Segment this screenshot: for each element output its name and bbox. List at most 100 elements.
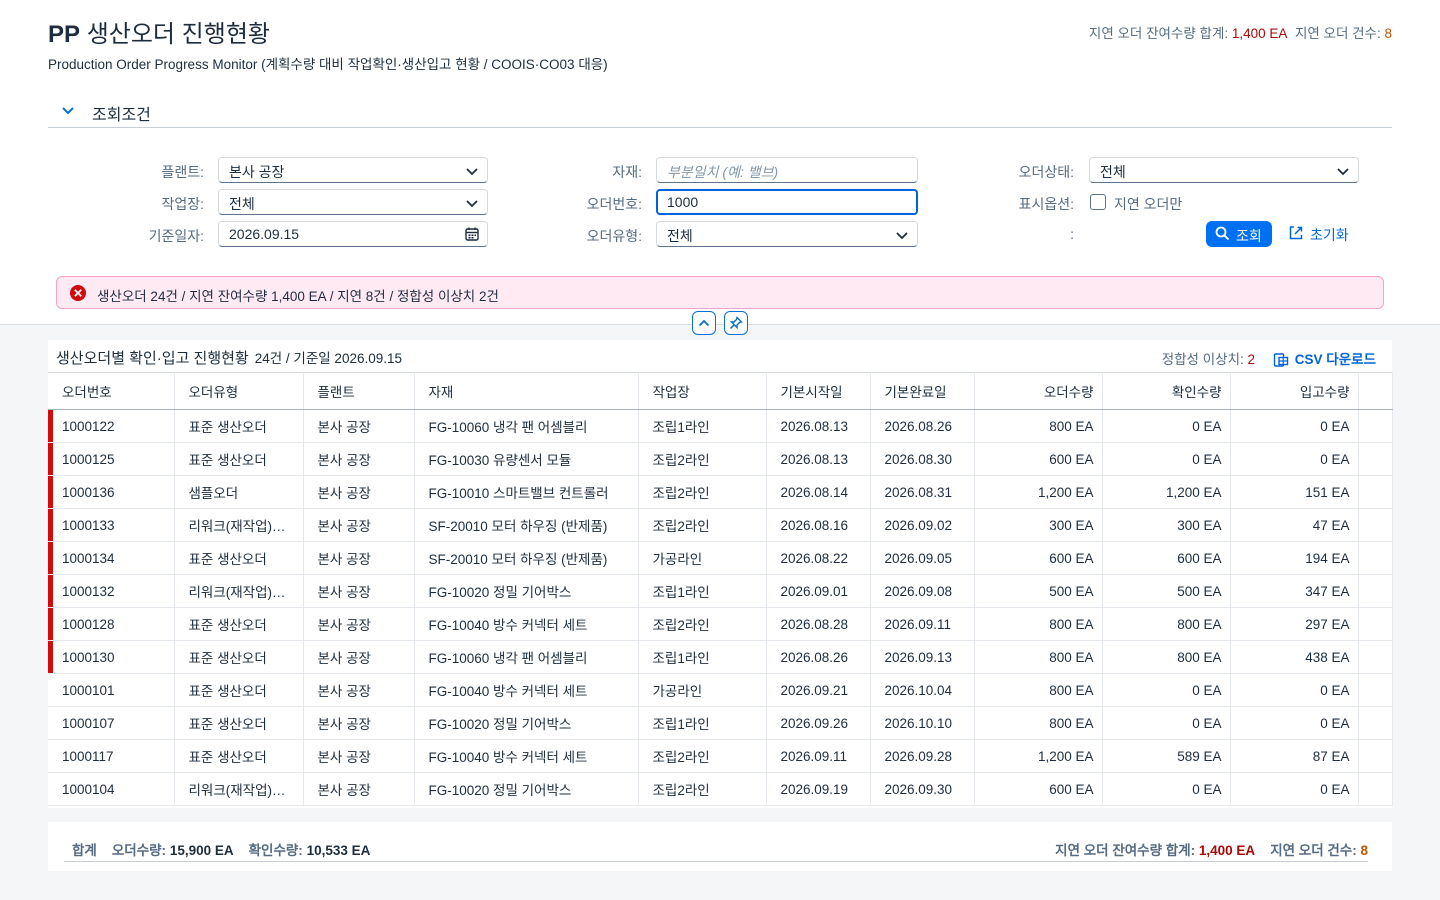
plant-select[interactable]: 본사 공장 bbox=[218, 157, 488, 183]
table-row[interactable]: 1000132 리워크(재작업) 오더 본사 공장 FG-10020 정밀 기어박스 조… bbox=[48, 574, 1393, 608]
workcenter-cell: 조립2라인 bbox=[638, 772, 767, 806]
material-input[interactable]: 부분일치 (예: 밸브) bbox=[656, 157, 918, 183]
finish-date-cell: 2026.09.05 bbox=[870, 541, 975, 575]
receipt-qty-cell: 297 EA bbox=[1230, 607, 1359, 641]
collapse-header-button[interactable] bbox=[692, 311, 716, 335]
start-date-cell: 2026.09.01 bbox=[766, 574, 871, 608]
receipt-qty-cell: 0 EA bbox=[1230, 772, 1359, 806]
table-row[interactable]: 1000117 표준 생산오더 본사 공장 FG-10040 방수 커넥터 세트 조립2… bbox=[48, 739, 1393, 773]
order-table: 오더번호 오더유형 플랜트 자재 작업장 기본시작일 기본완료일 오더수량 확인… bbox=[48, 372, 1393, 806]
material-cell: FG-10010 스마트밸브 컨트롤러 bbox=[414, 475, 639, 509]
table-row[interactable]: 1000128 표준 생산오더 본사 공장 FG-10040 방수 커넥터 세트 조립2… bbox=[48, 607, 1393, 641]
kpi-remaining-label: 지연 오더 잔여수량 합계: bbox=[1088, 26, 1229, 41]
col-order-qty[interactable]: 오더수량 bbox=[974, 372, 1103, 410]
plant-select-value: 본사 공장 bbox=[229, 164, 285, 180]
col-receipt-qty[interactable]: 입고수량 bbox=[1230, 372, 1359, 410]
csv-download-button[interactable]: CSV 다운로드 bbox=[1273, 352, 1376, 367]
col-finish-date[interactable]: 기본완료일 bbox=[870, 372, 975, 410]
pin-icon bbox=[729, 316, 743, 330]
calendar-icon[interactable] bbox=[464, 226, 480, 242]
status-select-value: 전체 bbox=[1100, 164, 1126, 180]
spacer-cell bbox=[1358, 409, 1393, 443]
col-order-type[interactable]: 오더유형 bbox=[174, 372, 304, 410]
workcenter-cell: 조립2라인 bbox=[638, 442, 767, 476]
finish-date-cell: 2026.08.31 bbox=[870, 475, 975, 509]
col-workcenter[interactable]: 작업장 bbox=[638, 372, 767, 410]
finish-date-cell: 2026.10.04 bbox=[870, 673, 975, 707]
order-table-panel: 생산오더별 확인·입고 진행현황 24건 / 기준일 2026.09.15 정합성… bbox=[48, 340, 1393, 808]
search-button[interactable]: 조회 bbox=[1206, 221, 1272, 247]
col-plant[interactable]: 플랜트 bbox=[303, 372, 415, 410]
plant-cell: 본사 공장 bbox=[303, 772, 415, 806]
kpi-count-value: 8 bbox=[1384, 26, 1392, 41]
order-no-cell: 1000128 bbox=[48, 607, 175, 641]
order-no-input[interactable]: 1000 bbox=[656, 189, 918, 215]
col-order-no[interactable]: 오더번호 bbox=[48, 372, 175, 410]
order-no-label: 오더번호: bbox=[586, 196, 642, 212]
order-no-cell: 1000130 bbox=[48, 640, 175, 674]
spacer-cell bbox=[1358, 541, 1393, 575]
receipt-qty-cell: 0 EA bbox=[1230, 409, 1359, 443]
finish-date-cell: 2026.09.08 bbox=[870, 574, 975, 608]
table-title-text: 생산오더별 확인·입고 진행현황 bbox=[56, 350, 249, 367]
late-only-label[interactable]: 지연 오더만 bbox=[1114, 194, 1182, 214]
filter-section-label: 조회조건 bbox=[92, 107, 151, 124]
chevron-up-icon bbox=[698, 319, 710, 327]
workcenter-select-value: 전체 bbox=[229, 196, 255, 212]
status-select[interactable]: 전체 bbox=[1089, 157, 1359, 183]
receipt-qty-cell: 0 EA bbox=[1230, 706, 1359, 740]
late-only-checkbox[interactable] bbox=[1090, 194, 1106, 210]
order-no-cell: 1000132 bbox=[48, 574, 175, 608]
receipt-qty-cell: 47 EA bbox=[1230, 508, 1359, 542]
table-row[interactable]: 1000104 리워크(재작업) 오더 본사 공장 FG-10020 정밀 기어박스 조… bbox=[48, 772, 1393, 806]
col-start-date[interactable]: 기본시작일 bbox=[766, 372, 871, 410]
order-no-cell: 1000117 bbox=[48, 739, 175, 773]
spacer-cell bbox=[1358, 739, 1393, 773]
material-cell: FG-10020 정밀 기어박스 bbox=[414, 574, 639, 608]
plant-cell: 본사 공장 bbox=[303, 442, 415, 476]
order-type-cell: 표준 생산오더 bbox=[174, 739, 304, 773]
table-subtitle: 24건 / 기준일 2026.09.15 bbox=[254, 351, 402, 366]
workcenter-select[interactable]: 전체 bbox=[218, 189, 488, 215]
start-date-cell: 2026.09.21 bbox=[766, 673, 871, 707]
date-field-value: 2026.09.15 bbox=[229, 226, 300, 242]
table-row[interactable]: 1000122 표준 생산오더 본사 공장 FG-10060 냉각 팬 어셈블리 조립1… bbox=[48, 409, 1393, 443]
table-row[interactable]: 1000125 표준 생산오더 본사 공장 FG-10030 유량센서 모듈 조립2라인… bbox=[48, 442, 1393, 476]
order-type-cell: 표준 생산오더 bbox=[174, 706, 304, 740]
order-qty-cell: 800 EA bbox=[974, 673, 1103, 707]
csv-download-label: CSV 다운로드 bbox=[1294, 352, 1376, 367]
table-row[interactable]: 1000107 표준 생산오더 본사 공장 FG-10020 정밀 기어박스 조립1라인… bbox=[48, 706, 1393, 740]
start-date-cell: 2026.08.22 bbox=[766, 541, 871, 575]
reset-icon bbox=[1289, 226, 1303, 240]
table-row[interactable]: 1000101 표준 생산오더 본사 공장 FG-10040 방수 커넥터 세트 가공라… bbox=[48, 673, 1393, 707]
totals-bar: 합계 오더수량: 15,900 EA 확인수량: 10,533 EA 지연 오더… bbox=[48, 822, 1392, 871]
table-row[interactable]: 1000134 표준 생산오더 본사 공장 SF-20010 모터 하우징 (반제품)… bbox=[48, 541, 1393, 575]
confirm-qty-cell: 0 EA bbox=[1102, 772, 1231, 806]
error-message-text: 생산오더 24건 / 지연 잔여수량 1,400 EA / 지연 8건 / 정합… bbox=[97, 289, 499, 304]
table-row[interactable]: 1000130 표준 생산오더 본사 공장 FG-10060 냉각 팬 어셈블리 조립1… bbox=[48, 640, 1393, 674]
plant-cell: 본사 공장 bbox=[303, 409, 415, 443]
spacer-cell bbox=[1358, 442, 1393, 476]
date-field[interactable]: 2026.09.15 bbox=[218, 221, 488, 247]
order-no-cell: 1000107 bbox=[48, 706, 175, 740]
start-date-cell: 2026.08.28 bbox=[766, 607, 871, 641]
order-type-cell: 표준 생산오더 bbox=[174, 607, 304, 641]
plant-cell: 본사 공장 bbox=[303, 541, 415, 575]
pin-header-button[interactable] bbox=[724, 311, 748, 335]
order-type-select[interactable]: 전체 bbox=[656, 221, 918, 247]
table-toolbar: 정합성 이상치: 2 CSV 다운로드 bbox=[1162, 348, 1376, 368]
totals-order-qty-value: 15,900 EA bbox=[169, 843, 234, 858]
col-confirm-qty[interactable]: 확인수량 bbox=[1102, 372, 1231, 410]
filter-section-header[interactable]: 조회조건 bbox=[48, 94, 1392, 128]
col-material[interactable]: 자재 bbox=[414, 372, 639, 410]
order-type-cell: 표준 생산오더 bbox=[174, 673, 304, 707]
table-row[interactable]: 1000133 리워크(재작업) 오더 본사 공장 SF-20010 모터 하우징 (… bbox=[48, 508, 1393, 542]
chevron-down-icon[interactable] bbox=[60, 102, 76, 118]
table-row[interactable]: 1000136 샘플오더 본사 공장 FG-10010 스마트밸브 컨트롤러 조립2라인… bbox=[48, 475, 1393, 509]
error-message-strip: 생산오더 24건 / 지연 잔여수량 1,400 EA / 지연 8건 / 정합… bbox=[56, 276, 1384, 309]
confirm-qty-cell: 800 EA bbox=[1102, 640, 1231, 674]
order-type-label: 오더유형: bbox=[586, 228, 642, 244]
spacer-cell bbox=[1358, 706, 1393, 740]
order-type-cell: 샘플오더 bbox=[174, 475, 304, 509]
workcenter-cell: 조립1라인 bbox=[638, 706, 767, 740]
